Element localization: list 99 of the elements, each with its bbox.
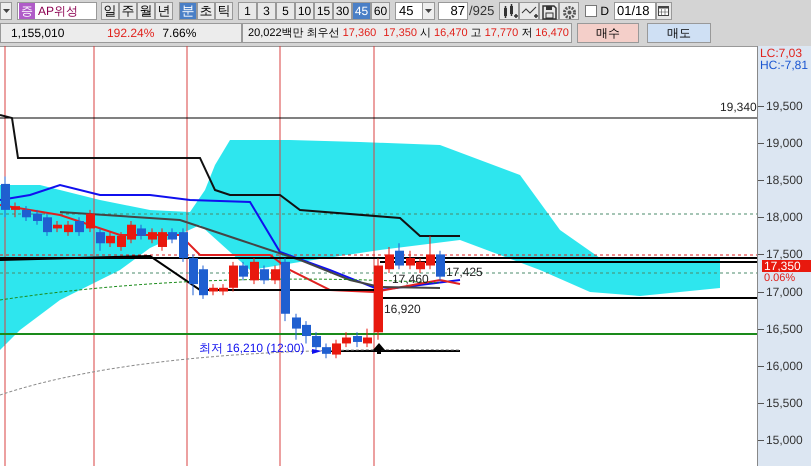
interval-tab[interactable]: 초: [197, 2, 215, 20]
candlestick: [385, 246, 394, 274]
candlestick: [332, 339, 341, 359]
bar-index-field[interactable]: 87: [438, 2, 468, 20]
best-ask: 17,360: [342, 26, 376, 41]
bar-total: /925: [469, 2, 494, 20]
stock-name: AP위성: [38, 3, 78, 20]
candlestick: [260, 265, 269, 285]
candlestick: [86, 209, 95, 233]
interval-tab[interactable]: 틱: [215, 2, 233, 20]
price-value: 16,470: [535, 26, 569, 41]
candlestick: [342, 332, 351, 348]
best-bid: 17,350: [383, 26, 417, 41]
interval-tab[interactable]: 60: [371, 2, 390, 20]
current-change: 0.06%: [764, 273, 796, 284]
candle-add-button[interactable]: [499, 2, 520, 20]
interval-tab[interactable]: 45: [352, 2, 371, 20]
sell-button[interactable]: 매도: [647, 23, 711, 43]
checkbox-label: D: [600, 3, 609, 20]
candlestick: [137, 224, 146, 240]
candlestick: [117, 232, 126, 252]
axis-label: 19,000: [766, 137, 803, 150]
date-field[interactable]: 01/18: [614, 2, 656, 20]
price-value: 16,470: [434, 26, 468, 41]
price-label: 저: [521, 26, 532, 41]
axis-tick: [758, 143, 764, 144]
axis-tick: [758, 180, 764, 182]
save-icon: [540, 2, 558, 20]
interval-tab[interactable]: 5: [276, 2, 295, 20]
market-badge: 증: [19, 3, 35, 19]
candlestick: [189, 254, 198, 296]
candlestick: [322, 342, 331, 359]
candlestick: [406, 250, 415, 270]
interval-tab[interactable]: 3: [257, 2, 276, 20]
axis-tick: [758, 328, 764, 330]
best-price-label: 최우선: [306, 26, 340, 41]
axis-label: 15,500: [766, 396, 803, 409]
axis-label: 17,500: [766, 248, 803, 260]
interval-select[interactable]: 45: [395, 2, 435, 20]
low-change-label: LC:7,03: [760, 47, 802, 59]
interval-tab[interactable]: 년: [155, 2, 173, 20]
axis-label: 19,500: [766, 100, 803, 112]
price-label: 시: [420, 26, 431, 41]
axis-label: 16,000: [766, 360, 803, 372]
volume: 1,155,010: [11, 25, 66, 42]
axis-label: 17,000: [766, 286, 803, 298]
up-arrow-icon: [373, 343, 385, 354]
candlestick: [33, 209, 42, 226]
save-button[interactable]: [539, 2, 560, 20]
select-value: 45: [399, 2, 414, 20]
candlestick: [250, 258, 259, 285]
high-change-label: HC:-7,81: [760, 59, 808, 71]
axis-tick: [758, 402, 764, 404]
axis-label: 16,500: [766, 322, 803, 335]
axis-tick: [758, 217, 764, 218]
stock-selector[interactable]: 증 AP위성: [17, 2, 97, 20]
checkbox[interactable]: [585, 5, 598, 17]
candlestick: [127, 220, 136, 244]
arrow-icon: [312, 349, 322, 354]
settings-button[interactable]: [559, 2, 580, 20]
interval-tab[interactable]: 일: [101, 2, 119, 20]
interval-tab[interactable]: 1: [238, 2, 257, 20]
candlestick: [312, 332, 321, 352]
axis-tick: [758, 254, 764, 256]
axis-label: 18,500: [766, 174, 803, 186]
interval-tab[interactable]: 15: [314, 2, 333, 20]
price-value: 17,770: [484, 26, 518, 41]
price-label: 고: [470, 26, 482, 41]
candlestick: [302, 320, 311, 344]
candlestick: [363, 328, 372, 348]
candlestick: [292, 313, 301, 340]
turnover-rate: 7.66%: [162, 25, 196, 42]
calendar-button[interactable]: [656, 2, 672, 20]
interval-tab[interactable]: 월: [137, 2, 155, 20]
interval-tab[interactable]: 10: [295, 2, 314, 20]
price-annotation: 19,340: [720, 101, 757, 113]
interval-tab[interactable]: 분: [179, 2, 197, 20]
axis-tick: [758, 106, 764, 107]
candlestick: [75, 216, 84, 236]
candlestick: [436, 250, 445, 281]
price-annotation: 16,920: [384, 303, 421, 315]
interval-tab[interactable]: 주: [119, 2, 137, 20]
calendar-icon: [658, 6, 670, 16]
line-add-button[interactable]: [519, 2, 540, 20]
axis-tick: [758, 440, 764, 441]
axis-label: 15,000: [766, 434, 803, 446]
price-annotation: 17,425: [446, 266, 483, 278]
buy-button[interactable]: 매수: [577, 23, 639, 43]
candlestick: [395, 242, 404, 270]
candlestick: [22, 206, 31, 222]
candlestick: [179, 228, 188, 262]
current-price-tag: 17,350: [762, 260, 811, 272]
interval-tab[interactable]: 30: [333, 2, 352, 20]
axis-label: 18,000: [766, 211, 803, 224]
trade-amount: 20,022백만: [248, 26, 304, 41]
candlestick: [64, 220, 73, 236]
axis-tick: [758, 366, 764, 367]
change-rate: 192.24%: [107, 25, 154, 42]
candlestick: [353, 332, 362, 348]
